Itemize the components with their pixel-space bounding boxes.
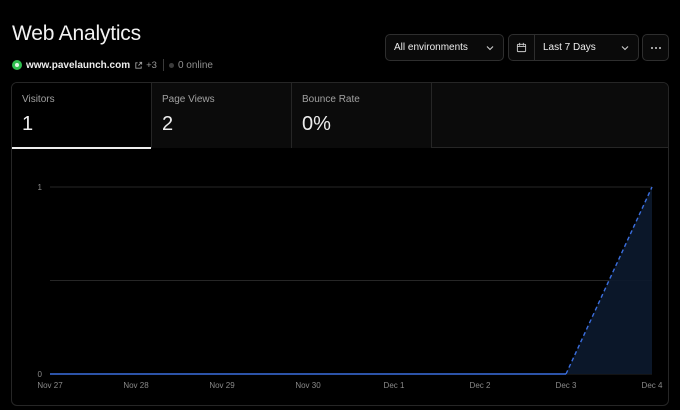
divider bbox=[162, 59, 164, 71]
status-dot-icon bbox=[12, 60, 22, 70]
metric-tabs: Visitors 1 Page Views 2 Bounce Rate 0% bbox=[12, 83, 668, 149]
x-tick-label: Nov 29 bbox=[209, 381, 235, 390]
analytics-panel: Visitors 1 Page Views 2 Bounce Rate 0% 0… bbox=[11, 82, 669, 406]
date-range-value: Last 7 Days bbox=[543, 42, 596, 53]
site-meta: www.pavelaunch.com +3 0 online bbox=[12, 58, 213, 72]
tab-value: 2 bbox=[162, 113, 174, 135]
x-tick-label: Nov 27 bbox=[37, 381, 63, 390]
tab-page-views[interactable]: Page Views 2 bbox=[152, 83, 292, 148]
tab-bounce-rate[interactable]: Bounce Rate 0% bbox=[292, 83, 432, 148]
x-tick-label: Dec 3 bbox=[556, 381, 577, 390]
external-link-icon[interactable] bbox=[134, 61, 143, 70]
calendar-icon[interactable] bbox=[509, 35, 535, 60]
online-dot-icon bbox=[168, 62, 174, 68]
more-domains-count[interactable]: +3 bbox=[146, 60, 157, 71]
online-count: 0 online bbox=[177, 59, 213, 71]
tab-label: Page Views bbox=[162, 94, 215, 105]
y-tick-label: 1 bbox=[38, 183, 43, 192]
date-range-select[interactable]: Last 7 Days bbox=[508, 34, 639, 61]
y-tick-label: 0 bbox=[38, 370, 43, 379]
tab-visitors[interactable]: Visitors 1 bbox=[12, 83, 152, 149]
page-title: Web Analytics bbox=[12, 22, 141, 45]
tab-value: 0% bbox=[302, 113, 331, 135]
visitors-chart: 0 1 Nov 27 Nov 28 Nov 29 Nov 30 Dec 1 Dec 2 Dec … bbox=[37, 183, 663, 390]
tab-value: 1 bbox=[22, 113, 34, 135]
domain-link[interactable]: www.pavelaunch.com bbox=[26, 60, 130, 71]
tab-filler bbox=[432, 83, 668, 147]
chevron-down-icon bbox=[620, 43, 630, 53]
more-options-button[interactable] bbox=[642, 34, 669, 61]
tab-label: Bounce Rate bbox=[302, 94, 360, 105]
environment-select-value: All environments bbox=[394, 42, 468, 53]
date-range-dropdown[interactable]: Last 7 Days bbox=[535, 42, 638, 53]
x-tick-label: Dec 4 bbox=[642, 381, 663, 390]
x-tick-label: Nov 30 bbox=[295, 381, 321, 390]
x-tick-label: Nov 28 bbox=[123, 381, 149, 390]
environment-select[interactable]: All environments bbox=[385, 34, 504, 61]
more-horizontal-icon bbox=[650, 46, 662, 50]
tab-label: Visitors bbox=[22, 94, 55, 105]
x-tick-label: Dec 2 bbox=[470, 381, 491, 390]
chevron-down-icon bbox=[485, 43, 495, 53]
x-tick-label: Dec 1 bbox=[384, 381, 405, 390]
